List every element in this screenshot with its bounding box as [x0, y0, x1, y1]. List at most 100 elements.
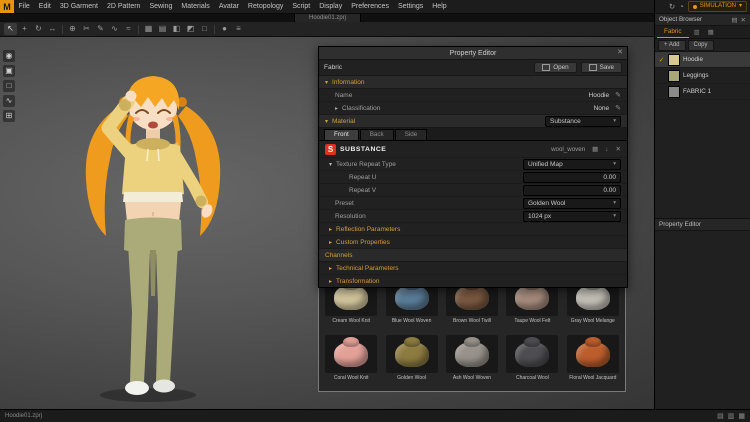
menu-item-materials[interactable]: Materials	[177, 0, 214, 13]
texture-repeat-dropdown[interactable]: Unified Map ▾	[523, 158, 621, 170]
tab-topstitch-icon[interactable]: ▦	[705, 28, 717, 36]
panel-close-icon[interactable]: ✕	[741, 16, 746, 24]
material-preset[interactable]: Golden Wool	[381, 333, 441, 390]
remove-icon[interactable]: ✕	[616, 145, 621, 153]
show-garment-toggle-icon[interactable]: ▣	[3, 65, 15, 77]
menu-item-2d-pattern[interactable]: 2D Pattern	[102, 0, 144, 13]
substance-row: S SUBSTANCE wool_woven ▦ ↓ ✕	[319, 141, 627, 158]
transform-gizmo-tool-icon[interactable]: +	[18, 23, 31, 35]
arrangement-points-toggle-icon[interactable]: ▤	[156, 23, 169, 35]
preset-row: Preset Golden Wool ▾	[319, 197, 627, 210]
section-technical-parameters[interactable]: ▸ Technical Parameters	[319, 262, 627, 275]
material-side-tabs: Front Back Side	[319, 128, 627, 141]
panel-menu-icon[interactable]: ▤	[731, 16, 737, 24]
section-custom-properties[interactable]: ▸ Custom Properties	[319, 236, 627, 249]
material-preset[interactable]: Ash Wool Woven	[442, 333, 502, 390]
show-grid-toggle-icon[interactable]: ⊞	[3, 110, 15, 122]
simulation-bar: ↻ ◔ SIMULATION ▾	[655, 0, 750, 14]
section-reflection-parameters[interactable]: ▸ Reflection Parameters	[319, 223, 627, 236]
tab-fabric[interactable]: Fabric	[657, 26, 689, 38]
edit-sewing-tool-icon[interactable]: ✎	[94, 23, 107, 35]
layout-grid-icon[interactable]: ▤	[717, 412, 724, 420]
select-move-tool-icon[interactable]: ↖	[4, 23, 17, 35]
section-channels[interactable]: Channels	[319, 249, 627, 262]
half-symmetry-toggle-icon[interactable]: ◧	[170, 23, 183, 35]
classification-row: ▸ Classification None ✎	[319, 102, 627, 115]
document-tab[interactable]: Hoodie01.zprj	[293, 13, 362, 22]
pan-view-tool-icon[interactable]: ↔	[46, 23, 59, 35]
menu-item-file[interactable]: File	[14, 0, 34, 13]
simulation-button[interactable]: SIMULATION ▾	[687, 1, 747, 12]
fabric-list-item[interactable]: ✓ FABRIC 1	[655, 84, 750, 100]
sidebar-property-editor-header[interactable]: Property Editor	[655, 218, 750, 231]
add-fabric-button[interactable]: + Add	[658, 39, 686, 51]
repeat-u-value: 0.00	[603, 173, 616, 181]
menu-item-3d-garment[interactable]: 3D Garment	[55, 0, 102, 13]
tab-button-icon[interactable]: ▥	[691, 28, 703, 36]
tab-back[interactable]: Back	[359, 129, 394, 140]
import-icon[interactable]: ↓	[605, 146, 608, 153]
section-material[interactable]: ▾ Material Substance ▾	[319, 115, 627, 128]
viewport-toolbar: ◉ ▣ □ ∿ ⊞	[3, 50, 15, 122]
view-options-menu-icon[interactable]: ≡	[232, 23, 245, 35]
repeat-v-input[interactable]: 0.00	[523, 184, 621, 196]
expander-closed-icon: ▸	[329, 278, 333, 285]
menu-item-settings[interactable]: Settings	[393, 0, 427, 13]
rotate-view-tool-icon[interactable]: ↻	[32, 23, 45, 35]
open-button[interactable]: Open	[534, 62, 577, 73]
menu-item-edit[interactable]: Edit	[34, 0, 55, 13]
menu-item-script[interactable]: Script	[288, 0, 315, 13]
repeat-u-input[interactable]: 0.00	[523, 171, 621, 183]
layout-split-icon[interactable]: ▥	[728, 412, 735, 420]
simulate-button-icon[interactable]: ●	[218, 23, 231, 35]
sync-icon[interactable]: ↻	[669, 2, 675, 11]
resolution-label: Resolution	[335, 212, 366, 220]
section-information[interactable]: ▾ Information	[319, 76, 627, 89]
material-preset[interactable]: Coral Wool Knit	[321, 333, 381, 390]
menu-item-display[interactable]: Display	[315, 0, 347, 13]
section-transformation[interactable]: ▸ Transformation	[319, 275, 627, 287]
material-preset[interactable]: Floral Wool Jacquard	[563, 333, 623, 390]
material-type-dropdown[interactable]: Substance ▾	[545, 115, 621, 127]
tab-front[interactable]: Front	[324, 129, 359, 140]
save-button[interactable]: Save	[580, 62, 622, 73]
copy-fabric-button[interactable]: Copy	[687, 39, 714, 51]
fabric-list-item[interactable]: ✓ Hoodie	[655, 52, 750, 68]
mesh-display-toggle-icon[interactable]: ◩	[184, 23, 197, 35]
preset-dropdown[interactable]: Golden Wool ▾	[523, 197, 621, 209]
show-avatar-toggle-icon[interactable]: ◉	[3, 50, 15, 62]
layout-full-icon[interactable]: ▦	[738, 412, 745, 420]
menu-item-avatar[interactable]: Avatar	[214, 0, 243, 13]
zoom-tool-icon[interactable]: ⊕	[66, 23, 79, 35]
save-icon	[588, 64, 597, 71]
menu-item-preferences[interactable]: Preferences	[347, 0, 394, 13]
resolution-dropdown[interactable]: 1024 px ▾	[523, 210, 621, 222]
edit-icon[interactable]: ✎	[615, 91, 621, 99]
texture-icon[interactable]: ▦	[592, 145, 598, 153]
material-preset-label: Cream Wool Knit	[332, 318, 371, 324]
edit-icon[interactable]: ✎	[615, 104, 621, 112]
fabric-list-item[interactable]: ✓ Leggings	[655, 68, 750, 84]
scissors-tool-icon[interactable]: ✂	[80, 23, 93, 35]
property-editor-header[interactable]: Property Editor ✕	[319, 47, 627, 60]
show-grid-toggle-icon[interactable]: ▦	[142, 23, 155, 35]
tab-side[interactable]: Side	[394, 129, 428, 140]
resolution-value: 1024 px	[528, 212, 552, 220]
menu-item-help[interactable]: Help	[428, 0, 451, 13]
hoodie-shape	[394, 341, 429, 367]
free-sewing-tool-icon[interactable]: ∿	[108, 23, 121, 35]
segment-sewing-tool-icon[interactable]: ≈	[122, 23, 135, 35]
chevron-down-icon: ▾	[613, 118, 616, 124]
close-icon[interactable]: ✕	[617, 47, 623, 59]
account-icon[interactable]: ◔	[679, 2, 684, 11]
pattern-outline-toggle-icon[interactable]: □	[198, 23, 211, 35]
menu-item-sewing[interactable]: Sewing	[145, 0, 177, 13]
show-pattern-toggle-icon[interactable]: □	[3, 80, 15, 92]
menu-item-retopology[interactable]: Retopology	[243, 0, 287, 13]
object-browser-header[interactable]: Object Browser ▤ ✕	[655, 14, 750, 26]
expander-closed-icon[interactable]: ▸	[335, 105, 338, 112]
material-preset[interactable]: Charcoal Wool	[502, 333, 562, 390]
expander-open-icon[interactable]: ▾	[329, 161, 332, 168]
show-seams-toggle-icon[interactable]: ∿	[3, 95, 15, 107]
status-bar: Hoodie01.zprj ▤ ▥ ▦	[0, 409, 750, 422]
